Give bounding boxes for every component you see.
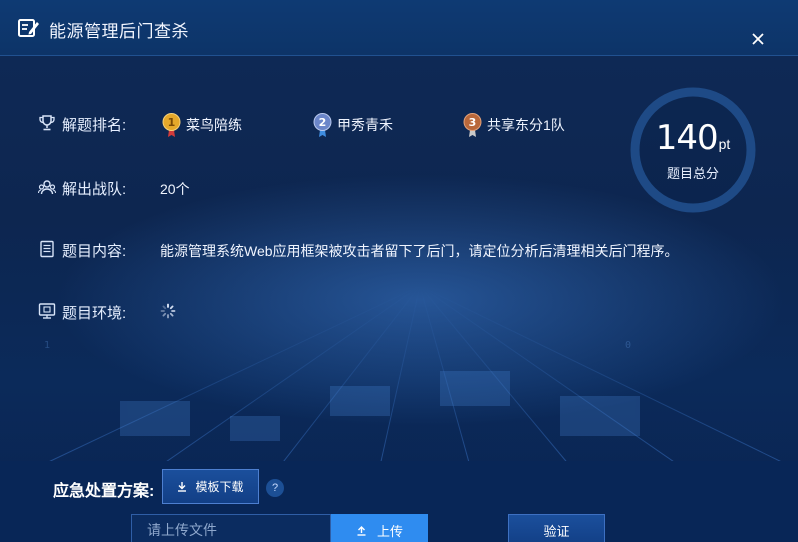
score-value: 140pt — [628, 118, 758, 158]
bronze-medal-icon: 3 — [463, 113, 482, 137]
rank-item-3: 3 共享东分1队 — [463, 113, 565, 137]
document-icon — [40, 240, 54, 258]
svg-text:3: 3 — [469, 116, 477, 129]
rank-item-1: 1 菜鸟陪练 — [162, 113, 242, 137]
score-caption: 题目总分 — [666, 166, 719, 181]
rank-team-name: 菜鸟陪练 — [186, 117, 242, 133]
svg-text:1: 1 — [44, 340, 50, 351]
verify-button[interactable]: 验证 — [508, 514, 605, 542]
score-number: 140 — [655, 118, 719, 158]
team-icon — [38, 180, 56, 195]
template-download-button[interactable]: 模板下载 — [162, 469, 259, 504]
rank-team-name: 共享东分1队 — [487, 117, 565, 133]
challenge-dialog: 1 0 能源管理后门查杀 解题排名: 1 菜鸟陪练 2 甲秀青禾 3 共享东分1… — [0, 0, 798, 542]
emergency-plan-label: 应急处置方案: — [53, 483, 155, 500]
edit-document-icon — [18, 19, 39, 37]
svg-text:0: 0 — [625, 340, 631, 351]
content-label: 题目内容: — [62, 243, 127, 260]
environment-label: 题目环境: — [62, 305, 127, 322]
trophy-icon — [39, 115, 55, 131]
ranking-label: 解题排名: — [62, 117, 127, 134]
score-unit: pt — [718, 136, 731, 152]
title-bar: 能源管理后门查杀 — [0, 0, 798, 56]
close-icon[interactable] — [748, 29, 768, 49]
silver-medal-icon: 2 — [313, 113, 332, 137]
verify-label: 验证 — [543, 523, 570, 539]
upload-file-input[interactable] — [131, 514, 331, 542]
teams-label: 解出战队: — [62, 181, 127, 198]
svg-text:2: 2 — [319, 116, 327, 129]
rank-team-name: 甲秀青禾 — [337, 117, 393, 133]
dialog-title: 能源管理后门查杀 — [49, 22, 189, 41]
rank-item-2: 2 甲秀青禾 — [313, 113, 393, 137]
upload-label: 上传 — [376, 523, 403, 539]
teams-count: 20个 — [160, 181, 190, 197]
challenge-description: 能源管理系统Web应用框架被攻击者留下了后门，请定位分析后清理相关后门程序。 — [160, 243, 679, 259]
gold-medal-icon: 1 — [162, 113, 181, 137]
svg-text:1: 1 — [168, 116, 176, 129]
template-download-label: 模板下载 — [195, 480, 244, 494]
download-icon — [178, 482, 187, 492]
upload-button[interactable]: 上传 — [331, 514, 428, 542]
upload-icon — [357, 525, 366, 536]
help-icon[interactable]: ? — [266, 479, 284, 497]
monitor-icon — [38, 303, 56, 319]
loading-spinner-icon — [160, 303, 176, 319]
